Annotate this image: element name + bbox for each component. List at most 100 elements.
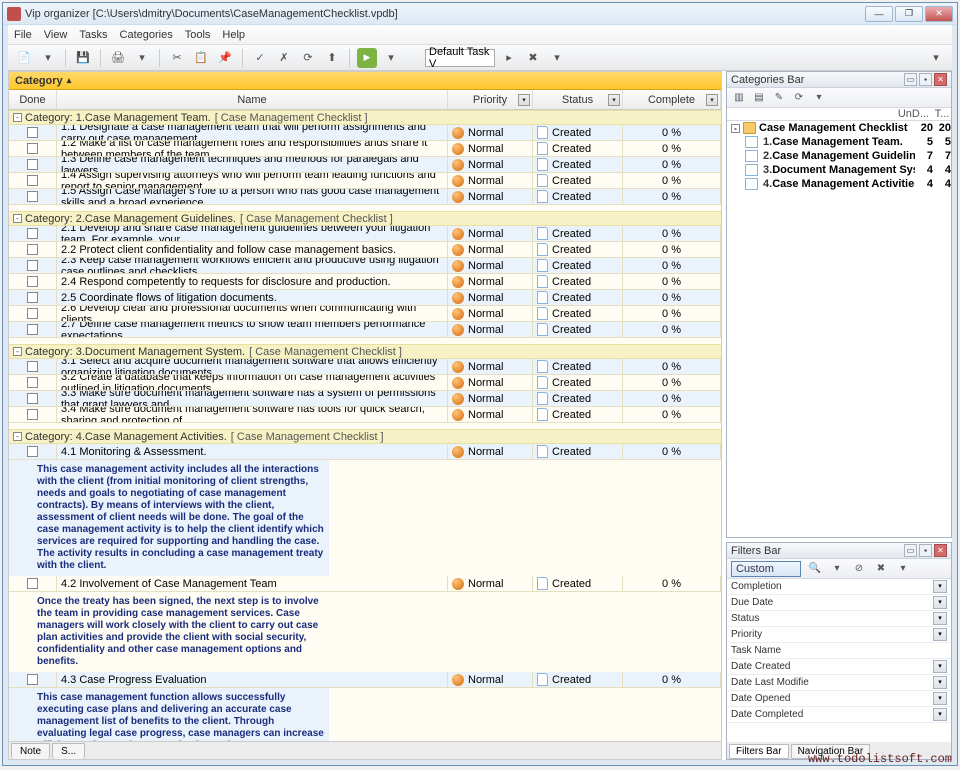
toolbar-btn-9[interactable]: ✖ — [523, 48, 543, 68]
menu-tasks[interactable]: Tasks — [79, 29, 107, 41]
toolbar-btn-4[interactable]: ✓ — [250, 48, 270, 68]
menu-categories[interactable]: Categories — [120, 29, 173, 41]
cat-tb-1[interactable]: ▥ — [731, 90, 747, 106]
filter-dropdown-icon[interactable]: ▾ — [933, 580, 947, 593]
col-complete[interactable]: Complete▾ — [623, 90, 721, 109]
col-priority[interactable]: Priority▾ — [448, 90, 533, 109]
done-checkbox[interactable] — [27, 446, 38, 457]
task-row[interactable]: 1.1 Designate a case management team tha… — [9, 125, 721, 141]
toolbar-btn-3[interactable]: 📌 — [215, 48, 235, 68]
done-checkbox[interactable] — [27, 674, 38, 685]
col-name[interactable]: Name — [57, 90, 448, 109]
cat-tb-3[interactable]: ✎ — [771, 90, 787, 106]
done-checkbox[interactable] — [27, 276, 38, 287]
panel-pin-icon[interactable]: ▪ — [919, 73, 932, 86]
task-row[interactable]: 4.2 Involvement of Case Management TeamN… — [9, 576, 721, 592]
maximize-button[interactable]: ❐ — [895, 6, 923, 22]
fpanel-pin-icon[interactable]: ▪ — [919, 544, 932, 557]
toolbar-btn-1[interactable]: ✂ — [167, 48, 187, 68]
group-collapse-icon[interactable]: - — [13, 432, 22, 441]
task-row[interactable]: 3.1 Select and acquire document manageme… — [9, 359, 721, 375]
task-row[interactable]: 2.4 Respond competently to requests for … — [9, 274, 721, 290]
task-row[interactable]: 4.1 Monitoring & Assessment.NormalCreate… — [9, 444, 721, 460]
group-row[interactable]: -Category: 2.Case Management Guidelines.… — [9, 211, 721, 226]
tab-note[interactable]: Note — [11, 743, 50, 759]
tree-item[interactable]: 1.Case Management Team.55 — [741, 135, 951, 149]
tree-root[interactable]: - Case Management Checklist 20 20 — [727, 121, 951, 135]
close-button[interactable]: ✕ — [925, 6, 953, 22]
print-icon[interactable] — [108, 48, 128, 68]
menu-view[interactable]: View — [44, 29, 68, 41]
filter-dropdown-icon[interactable]: ▾ — [933, 596, 947, 609]
done-checkbox[interactable] — [27, 143, 38, 154]
band-toggle-icon[interactable]: ▴ — [67, 75, 72, 86]
done-checkbox[interactable] — [27, 308, 38, 319]
menu-tools[interactable]: Tools — [185, 29, 211, 41]
toolbar-btn-5[interactable]: ✗ — [274, 48, 294, 68]
dropdown-icon[interactable]: ▾ — [38, 48, 58, 68]
filter-row[interactable]: Completion▾ — [727, 579, 951, 595]
cat-tb-5[interactable]: ▾ — [811, 90, 827, 106]
filter-dropdown-icon[interactable]: ▾ — [933, 612, 947, 625]
save-icon[interactable] — [73, 48, 93, 68]
task-row[interactable]: 1.3 Define case management techniques an… — [9, 157, 721, 173]
filter-dropdown-icon[interactable]: ▾ — [933, 676, 947, 689]
group-collapse-icon[interactable]: - — [13, 214, 22, 223]
filter-row[interactable]: Due Date▾ — [727, 595, 951, 611]
menu-file[interactable]: File — [14, 29, 32, 41]
toolbar-btn-7[interactable]: ⬆ — [322, 48, 342, 68]
filter-row[interactable]: Date Last Modifie▾ — [727, 675, 951, 691]
done-checkbox[interactable] — [27, 324, 38, 335]
done-checkbox[interactable] — [27, 409, 38, 420]
print-dropdown-icon[interactable]: ▾ — [132, 48, 152, 68]
filter-delete-icon[interactable]: ✖ — [873, 561, 889, 577]
col-done[interactable]: Done — [9, 90, 57, 109]
filter-row[interactable]: Date Opened▾ — [727, 691, 951, 707]
tree-item[interactable]: 2.Case Management Guideline77 — [741, 149, 951, 163]
fpanel-float-icon[interactable]: ▭ — [904, 544, 917, 557]
category-tree[interactable]: UnD...T... - Case Management Checklist 2… — [727, 108, 951, 537]
tab-s[interactable]: S... — [52, 743, 85, 759]
filter-row[interactable]: Date Completed▾ — [727, 707, 951, 723]
task-combo[interactable]: Default Task V — [425, 49, 495, 67]
done-checkbox[interactable] — [27, 361, 38, 372]
col-status[interactable]: Status▾ — [533, 90, 623, 109]
done-checkbox[interactable] — [27, 377, 38, 388]
toolbar-btn-2[interactable]: 📋 — [191, 48, 211, 68]
panel-float-icon[interactable]: ▭ — [904, 73, 917, 86]
filter-tb-2[interactable]: ▾ — [895, 561, 911, 577]
filter-dropdown-icon[interactable]: ▾ — [933, 660, 947, 673]
task-grid[interactable]: -Category: 1.Case Management Team.[ Case… — [9, 110, 721, 741]
fpanel-close-icon[interactable]: ✕ — [934, 544, 947, 557]
done-checkbox[interactable] — [27, 578, 38, 589]
toolbar-btn-6[interactable]: ⟳ — [298, 48, 318, 68]
filter-apply-icon[interactable]: 🔍 — [807, 561, 823, 577]
done-checkbox[interactable] — [27, 228, 38, 239]
done-checkbox[interactable] — [27, 159, 38, 170]
task-row[interactable]: 2.1 Develop and share case management gu… — [9, 226, 721, 242]
task-row[interactable]: 3.2 Create a database that keeps informa… — [9, 375, 721, 391]
panel-close-icon[interactable]: ✕ — [934, 73, 947, 86]
task-row[interactable]: 2.6 Develop clear and professional docum… — [9, 306, 721, 322]
group-row[interactable]: -Category: 4.Case Management Activities.… — [9, 429, 721, 444]
done-checkbox[interactable] — [27, 260, 38, 271]
task-row[interactable]: 2.5 Coordinate flows of litigation docum… — [9, 290, 721, 306]
done-checkbox[interactable] — [27, 127, 38, 138]
done-checkbox[interactable] — [27, 292, 38, 303]
group-collapse-icon[interactable]: - — [13, 347, 22, 356]
task-row[interactable]: 1.5 Assign Case Manager's role to a pers… — [9, 189, 721, 205]
filter-row[interactable]: Date Created▾ — [727, 659, 951, 675]
complete-filter-icon[interactable]: ▾ — [706, 94, 718, 106]
toolbar-btn-10[interactable]: ▾ — [547, 48, 567, 68]
cat-tb-4[interactable]: ⟳ — [791, 90, 807, 106]
group-collapse-icon[interactable]: - — [13, 113, 22, 122]
group-row[interactable]: -Category: 3.Document Management System.… — [9, 344, 721, 359]
new-icon[interactable] — [14, 48, 34, 68]
custom-filter-select[interactable]: Custom — [731, 561, 801, 577]
rtab-filters[interactable]: Filters Bar — [729, 744, 789, 759]
filter-dropdown-icon[interactable]: ▾ — [933, 692, 947, 705]
priority-filter-icon[interactable]: ▾ — [518, 94, 530, 106]
minimize-button[interactable]: — — [865, 6, 893, 22]
task-row[interactable]: 3.3 Make sure document management softwa… — [9, 391, 721, 407]
play-icon[interactable] — [357, 48, 377, 68]
